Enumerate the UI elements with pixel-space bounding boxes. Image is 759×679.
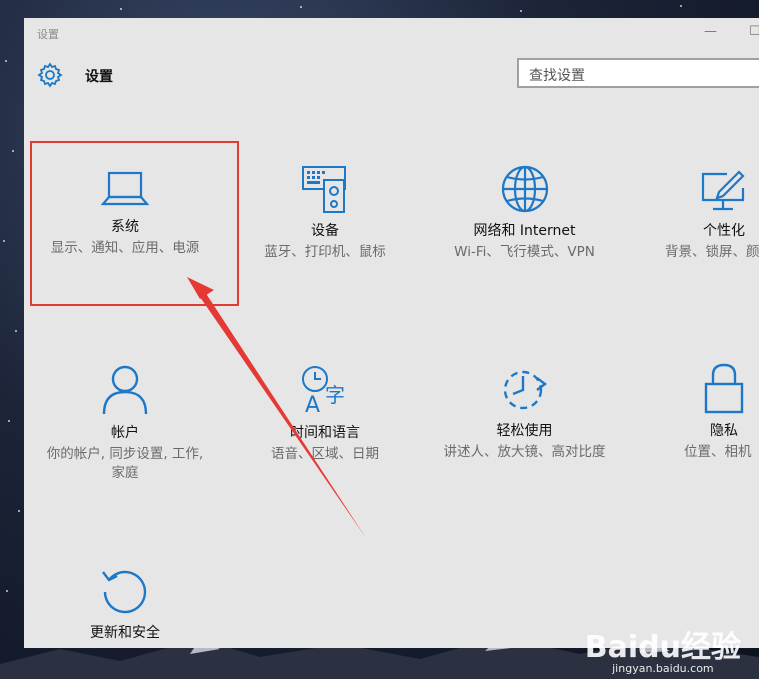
tile-network[interactable]: 网络和 Internet Wi-Fi、飞行模式、VPN <box>432 164 617 262</box>
page-title: 设置 <box>85 69 113 85</box>
tile-label: 轻松使用 <box>496 423 553 439</box>
time-language-icon: A 字 <box>302 366 345 416</box>
tile-label: 设备 <box>311 223 339 239</box>
tile-label: 个性化 <box>703 223 745 239</box>
tile-desc: 讲述人、放大镜、高对比度 <box>443 444 606 460</box>
lock-icon <box>704 363 744 414</box>
header: 设置 查找设置 <box>24 58 759 98</box>
tile-label: 更新和安全 <box>90 625 160 641</box>
tile-system[interactable]: 系统 显示、通知、应用、电源 <box>34 166 216 258</box>
svg-text:A: A <box>305 393 320 416</box>
search-input[interactable]: 查找设置 <box>517 58 759 88</box>
svg-text:字: 字 <box>325 383 345 407</box>
update-icon <box>102 570 147 614</box>
tile-desc: 你的帐户, 同步设置, 工作, 家庭 <box>46 446 204 481</box>
maximize-button[interactable]: ☐ <box>749 24 759 39</box>
tile-update-security[interactable]: 更新和安全 <box>34 566 216 645</box>
laptop-icon <box>100 171 150 206</box>
person-icon <box>102 365 148 415</box>
tile-label: 帐户 <box>111 425 139 441</box>
tile-label: 时间和语言 <box>290 425 360 441</box>
globe-icon <box>501 165 548 213</box>
tile-privacy[interactable]: 隐私 位置、相机 <box>654 362 759 462</box>
tile-time-language[interactable]: A 字 时间和语言 语音、区域、日期 <box>234 364 416 464</box>
gear-icon <box>37 62 63 88</box>
tile-desc: 位置、相机 <box>684 444 752 460</box>
tile-desc: 背景、锁屏、颜 <box>665 244 759 260</box>
tile-label: 系统 <box>111 219 139 235</box>
tile-desc: 语音、区域、日期 <box>271 446 379 462</box>
ease-of-access-icon <box>503 370 547 410</box>
tile-desc: Wi-Fi、飞行模式、VPN <box>454 244 595 260</box>
tile-accounts[interactable]: 帐户 你的帐户, 同步设置, 工作, 家庭 <box>34 364 216 483</box>
tile-devices[interactable]: 设备 蓝牙、打印机、鼠标 <box>234 164 416 262</box>
personalization-icon <box>701 170 745 211</box>
tile-desc: 蓝牙、打印机、鼠标 <box>264 244 386 260</box>
tile-desc: 显示、通知、应用、电源 <box>50 240 200 256</box>
tile-personalization[interactable]: 个性化 背景、锁屏、颜 <box>654 168 759 262</box>
title-bar: 设置 — ☐ <box>24 18 759 48</box>
tile-label: 网络和 Internet <box>473 223 576 239</box>
devices-icon <box>302 166 346 213</box>
minimize-button[interactable]: — <box>704 24 717 39</box>
settings-window: 设置 — ☐ 设置 查找设置 系统 显示、通知、应用、电源 设备 蓝牙、打印机、… <box>24 18 759 648</box>
window-title: 设置 <box>37 28 59 41</box>
tile-label: 隐私 <box>710 423 738 439</box>
tile-ease-of-access[interactable]: 轻松使用 讲述人、放大镜、高对比度 <box>432 364 617 462</box>
